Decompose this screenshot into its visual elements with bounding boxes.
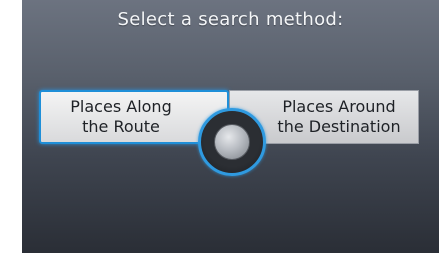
option-label-line1: Places Along	[70, 97, 172, 116]
option-label-line2: the Destination	[277, 117, 401, 136]
joystick-icon	[198, 108, 266, 176]
screen-title: Select a search method:	[117, 9, 344, 30]
option-label-line2: the Route	[82, 117, 160, 136]
option-label-line1: Places Around	[282, 97, 396, 116]
joystick-knob-icon	[214, 124, 250, 160]
navigation-screen: Select a search method: Places Along the…	[22, 0, 439, 253]
